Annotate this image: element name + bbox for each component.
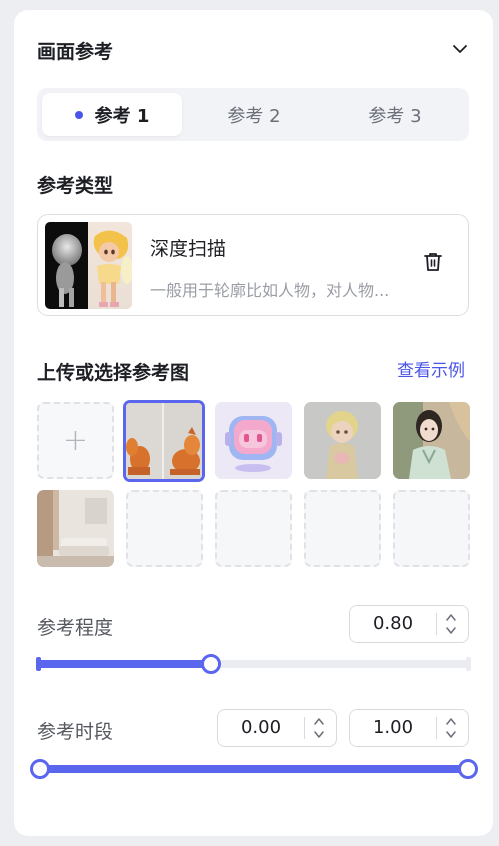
reference-tabs: 参考 1 参考 2 参考 3 (37, 88, 469, 141)
tab-reference-3[interactable]: 参考 3 (325, 93, 465, 136)
empty-image-slot (304, 490, 381, 567)
period-end-value: 1.00 (372, 717, 414, 738)
ref-image-cartoon-girl[interactable] (304, 402, 381, 479)
upload-heading: 上传或选择参考图 (37, 362, 190, 384)
ref-image-hanfu-woman[interactable] (393, 402, 470, 479)
strength-slider-start-cap (36, 657, 41, 671)
add-image-button[interactable]: + (37, 402, 114, 479)
period-end-input[interactable]: 1.00 (349, 709, 469, 747)
trash-icon[interactable] (422, 251, 444, 273)
period-label: 参考时段 (37, 721, 114, 743)
stepper-icon[interactable] (444, 610, 458, 638)
tab-label: 参考 2 (227, 105, 281, 127)
empty-image-slot (126, 490, 203, 567)
period-slider-end-handle[interactable] (458, 759, 478, 779)
tab-reference-1[interactable]: 参考 1 (42, 93, 182, 136)
section-title: 画面参考 (37, 41, 114, 63)
ref-type-card[interactable]: 深度扫描 一般用于轮廓比如人物，对人物... (37, 214, 469, 316)
ref-type-name: 深度扫描 (150, 238, 227, 260)
empty-image-slot (215, 490, 292, 567)
ref-image-orange-dogs[interactable] (123, 400, 205, 482)
reference-panel: 画面参考 参考 1 参考 2 参考 3 参考类型 深度扫描 一般用于轮廓比如人物… (14, 10, 493, 836)
empty-image-slot (393, 490, 470, 567)
ref-type-thumbnail (45, 222, 132, 309)
strength-label: 参考程度 (37, 617, 114, 639)
plus-icon: + (62, 423, 89, 458)
chevron-down-icon[interactable] (451, 40, 469, 58)
ref-type-heading: 参考类型 (37, 175, 114, 197)
period-start-input[interactable]: 0.00 (217, 709, 337, 747)
tab-label: 参考 3 (368, 105, 422, 127)
tab-reference-2[interactable]: 参考 2 (184, 93, 324, 136)
ref-image-pink-robot[interactable] (215, 402, 292, 479)
strength-slider-end-cap (466, 657, 471, 671)
period-slider-start-handle[interactable] (30, 759, 50, 779)
strength-slider-fill (37, 660, 211, 668)
active-dot-icon (74, 110, 83, 119)
ref-image-living-room[interactable] (37, 490, 114, 567)
strength-input[interactable]: 0.80 (349, 605, 469, 643)
strength-value: 0.80 (372, 613, 414, 634)
stepper-icon[interactable] (444, 714, 458, 742)
tab-label: 参考 1 (94, 105, 150, 127)
ref-type-description: 一般用于轮廓比如人物，对人物... (150, 281, 390, 300)
period-start-value: 0.00 (240, 717, 282, 738)
stepper-icon[interactable] (312, 714, 326, 742)
strength-slider-handle[interactable] (200, 654, 221, 674)
view-example-link[interactable]: 查看示例 (397, 356, 465, 381)
period-slider-fill (40, 765, 468, 773)
